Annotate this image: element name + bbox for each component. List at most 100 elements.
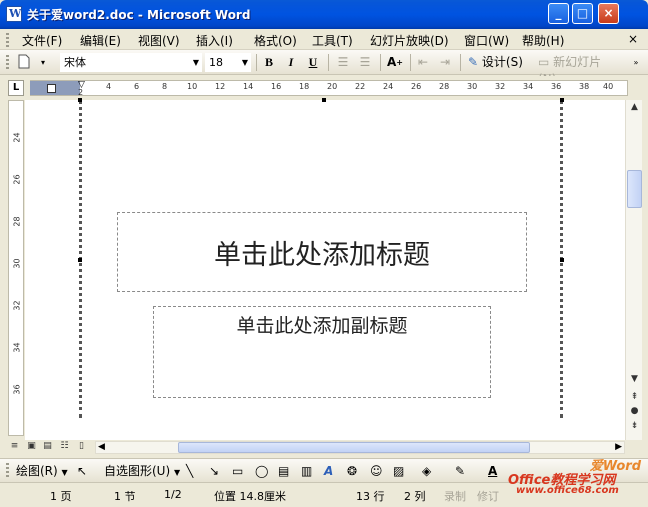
bullets-icon[interactable]: ☰ (358, 54, 372, 71)
close-button[interactable]: × (598, 3, 619, 24)
menu-insert[interactable]: 插入(I) (196, 32, 233, 49)
close-document-button[interactable]: × (628, 32, 638, 46)
minimize-button[interactable]: _ (548, 3, 569, 24)
chevron-down-icon: ▼ (241, 58, 248, 67)
menu-help[interactable]: 帮助(H) (522, 32, 564, 49)
pencil-icon: ✎ (468, 55, 479, 69)
bold-button[interactable]: B (262, 54, 276, 71)
chevron-down-icon: ▼ (192, 58, 199, 67)
reading-layout-icon[interactable]: ▯ (76, 441, 87, 452)
design-button[interactable]: ✎ 设计(S) (468, 54, 534, 71)
ruler-tick: 14 (243, 82, 254, 91)
new-document-icon[interactable] (17, 54, 31, 71)
insert-picture-icon[interactable]: ▨ (393, 463, 404, 479)
ruler-tick: 32 (495, 82, 506, 91)
resize-handle[interactable] (560, 258, 564, 262)
increase-font-icon[interactable]: A+ (387, 54, 403, 71)
resize-handle[interactable] (560, 98, 564, 102)
resize-handle[interactable] (78, 98, 82, 102)
vertical-text-box-icon[interactable]: ▥ (301, 463, 312, 479)
menu-window[interactable]: 窗口(W) (464, 32, 509, 49)
vruler-tick: 24 (12, 132, 22, 143)
decrease-indent-icon[interactable]: ⇤ (416, 54, 430, 71)
window-title: 关于爱word2.doc - Microsoft Word (27, 8, 251, 22)
ruler-tick: 40 (603, 82, 614, 91)
font-name-select[interactable]: 宋体 ▼ (60, 53, 202, 72)
document-area[interactable]: 单击此处添加标题 单击此处添加副标题 (25, 98, 625, 440)
new-slide-icon: ▭ (538, 55, 550, 69)
drawbar-grip[interactable] (6, 463, 9, 478)
menu-format[interactable]: 格式(O) (254, 32, 297, 49)
new-slide-button[interactable]: ▭ 新幻灯片(N) (538, 54, 618, 86)
text-box-icon[interactable]: ▤ (278, 463, 289, 479)
autoshapes-label: 自选图形(U) (104, 464, 171, 478)
toolbar-grip[interactable] (6, 55, 9, 70)
arrow-icon[interactable]: ↘ (209, 463, 219, 479)
ruler-tick: 18 (299, 82, 310, 91)
outline-view-icon[interactable]: ☷ (59, 441, 70, 452)
chevron-down-icon: ▼ (61, 468, 68, 477)
underline-button[interactable]: U (306, 54, 320, 71)
tab-selector[interactable]: L (8, 80, 24, 96)
next-page-icon[interactable]: ⇟ (628, 421, 641, 434)
menu-bar: 文件(F) 编辑(E) 视图(V) 插入(I) 格式(O) 工具(T) 幻灯片放… (0, 29, 648, 50)
autoshapes-menu[interactable]: 自选图形(U) ▼ (104, 463, 180, 479)
menu-slideshow[interactable]: 幻灯片放映(D) (370, 32, 449, 49)
diagram-icon[interactable]: ❂ (347, 463, 357, 479)
word-app-icon[interactable] (6, 6, 22, 22)
menu-view[interactable]: 视图(V) (138, 32, 180, 49)
resize-handle[interactable] (322, 98, 326, 102)
status-page: 1 页 (50, 490, 72, 503)
subtitle-placeholder[interactable]: 单击此处添加副标题 (153, 306, 491, 398)
menu-tools[interactable]: 工具(T) (312, 32, 353, 49)
ruler-tick: 30 (467, 82, 478, 91)
italic-button[interactable]: I (284, 54, 298, 71)
menubar-grip[interactable] (6, 33, 9, 47)
indent-marker-icon[interactable] (47, 84, 56, 93)
slide-frame[interactable]: 单击此处添加标题 单击此处添加副标题 (78, 98, 564, 418)
toolbar-overflow-icon[interactable]: » (630, 54, 642, 71)
status-line: 13 行 (356, 490, 385, 503)
scroll-left-icon[interactable]: ◀ (98, 442, 105, 452)
rectangle-icon[interactable]: ▭ (232, 463, 243, 479)
select-browse-object-icon[interactable]: ● (628, 406, 641, 419)
oval-icon[interactable]: ◯ (255, 463, 268, 479)
clip-art-icon[interactable]: ☺ (370, 463, 383, 479)
maximize-button[interactable]: □ (572, 3, 593, 24)
fill-color-icon[interactable]: ◈ (422, 463, 431, 479)
increase-indent-icon[interactable]: ⇥ (438, 54, 452, 71)
line-icon[interactable]: ╲ (186, 463, 193, 479)
vertical-scrollbar[interactable]: ▲ ▼ ⇞ ● ⇟ (625, 100, 642, 440)
print-layout-icon[interactable]: ▤ (42, 441, 53, 452)
title-placeholder[interactable]: 单击此处添加标题 (117, 212, 527, 292)
draw-menu[interactable]: 绘图(R) ▼ (16, 463, 68, 479)
menu-edit[interactable]: 编辑(E) (80, 32, 121, 49)
font-size-select[interactable]: 18 ▼ (205, 53, 251, 72)
vruler-tick: 26 (12, 174, 22, 185)
font-color-icon[interactable]: A (488, 463, 497, 479)
web-layout-icon[interactable]: ▣ (26, 441, 37, 452)
horizontal-scroll-thumb[interactable] (178, 442, 530, 453)
menu-file[interactable]: 文件(F) (22, 32, 62, 49)
ruler-tick: 34 (523, 82, 534, 91)
horizontal-scrollbar[interactable]: ◀ ▶ (95, 441, 625, 454)
ruler-tick: 38 (579, 82, 590, 91)
previous-page-icon[interactable]: ⇞ (628, 392, 641, 405)
line-color-icon[interactable]: ✎ (455, 463, 465, 479)
status-record[interactable]: 录制 (444, 488, 466, 504)
normal-view-icon[interactable]: ≡ (9, 441, 20, 452)
status-position: 位置 14.8厘米 (214, 490, 286, 503)
toolbar-options-icon[interactable]: ▾ (38, 54, 48, 71)
scroll-down-icon[interactable]: ▼ (628, 374, 641, 387)
toolbar-separator (380, 54, 381, 71)
status-track-changes[interactable]: 修订 (477, 488, 499, 504)
scroll-thumb[interactable] (627, 170, 642, 208)
scroll-up-icon[interactable]: ▲ (628, 102, 641, 115)
resize-handle[interactable] (78, 258, 82, 262)
numbering-icon[interactable]: ☰ (336, 54, 350, 71)
toolbar-separator (410, 54, 411, 71)
wordart-icon[interactable]: A (324, 463, 333, 479)
vertical-ruler[interactable]: 24 26 28 30 32 34 36 (8, 100, 24, 436)
select-objects-icon[interactable]: ↖ (77, 463, 87, 479)
scroll-right-icon[interactable]: ▶ (615, 442, 622, 452)
